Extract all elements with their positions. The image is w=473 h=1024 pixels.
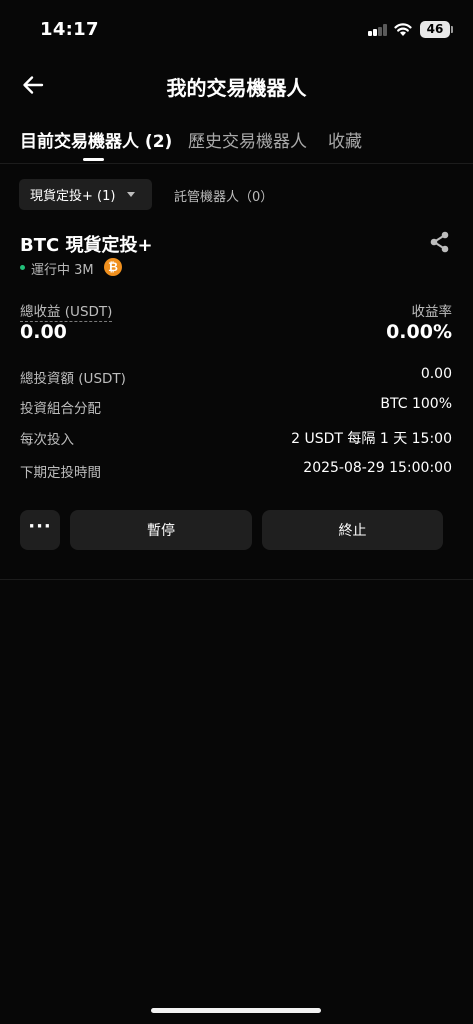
next-investment-time-label: 下期定投時間 <box>20 465 101 481</box>
caret-down-icon <box>127 192 135 197</box>
profit-rate-label: 收益率 <box>411 304 453 320</box>
more-options-button[interactable]: ··· <box>20 510 60 550</box>
bot-status: 運行中 3M <box>31 263 94 278</box>
total-profit-value: 0.00 <box>20 321 67 343</box>
tabs-divider <box>0 163 473 164</box>
cellular-signal-icon <box>368 24 388 36</box>
profit-rate-value: 0.00% <box>386 321 452 343</box>
running-status-dot <box>20 265 25 270</box>
filter-managed-bots[interactable]: 託管機器人（0） <box>174 186 273 205</box>
tab-history-bots[interactable]: 歷史交易機器人 <box>188 127 307 152</box>
home-indicator[interactable] <box>151 1008 321 1013</box>
total-investment-value: 0.00 <box>420 366 452 382</box>
battery-icon: 46 <box>420 21 453 38</box>
stop-button[interactable]: 終止 <box>262 510 443 550</box>
bot-name: BTC 現貨定投+ <box>20 235 153 256</box>
tab-current-bots[interactable]: 目前交易機器人 (2) <box>20 127 172 152</box>
portfolio-allocation-value: BTC 100% <box>380 396 452 412</box>
total-investment-label: 總投資額 (USDT) <box>20 371 126 387</box>
tab-favorites[interactable]: 收藏 <box>328 127 362 152</box>
tab-active-indicator <box>83 158 104 161</box>
portfolio-allocation-label: 投資組合分配 <box>20 401 101 417</box>
share-icon[interactable] <box>428 231 452 253</box>
bitcoin-icon: ₿ <box>104 258 122 276</box>
page-title: 我的交易機器人 <box>166 76 307 100</box>
total-profit-label: 總收益 (USDT) <box>20 304 113 322</box>
per-investment-value: 2 USDT 每隔 1 天 15:00 <box>291 431 452 447</box>
pause-button[interactable]: 暫停 <box>70 510 252 550</box>
per-investment-label: 每次投入 <box>20 432 74 448</box>
filter-dropdown-label: 現貨定投+ (1) <box>30 189 116 204</box>
next-investment-time-value: 2025-08-29 15:00:00 <box>303 460 452 476</box>
filter-dropdown-spot-dca[interactable]: 現貨定投+ (1) <box>19 179 152 210</box>
card-divider <box>0 579 473 580</box>
wifi-icon <box>394 23 412 36</box>
status-time: 14:17 <box>40 19 99 40</box>
